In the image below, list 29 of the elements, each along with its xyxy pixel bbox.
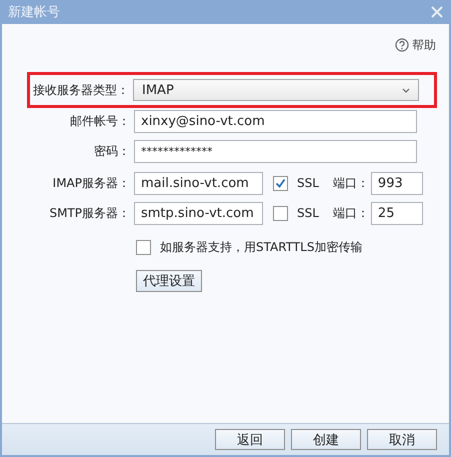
starttls-label: 如服务器支持，用STARTTLS加密传输 xyxy=(160,238,362,256)
field-label: IMAP服务器： xyxy=(52,174,131,192)
field-label: 密码： xyxy=(93,142,131,160)
ssl-label: SSL xyxy=(297,176,319,190)
email-field[interactable]: xinxy@sino-vt.com xyxy=(134,110,417,132)
ssl-label: SSL xyxy=(297,206,319,220)
checkbox[interactable] xyxy=(136,240,151,254)
help-link[interactable]: 帮助 xyxy=(412,36,436,54)
field-label: 接收服务器类型： xyxy=(32,82,130,98)
field-label: SMTP服务器： xyxy=(48,204,131,222)
port-field[interactable]: 993 xyxy=(370,172,423,194)
dialog-button[interactable]: 创建 xyxy=(291,429,361,450)
proxy-settings-button[interactable]: 代理设置 xyxy=(136,270,202,292)
dialog-button[interactable]: 取消 xyxy=(367,429,437,450)
server-field[interactable]: mail.sino-vt.com xyxy=(134,172,263,194)
port-label: 端口： xyxy=(332,174,369,192)
checkbox[interactable] xyxy=(273,206,288,220)
checkbox[interactable] xyxy=(273,176,288,190)
password-field[interactable]: ************* xyxy=(134,140,417,162)
chevron-down-icon xyxy=(402,88,410,92)
window-title: 新建帐号 xyxy=(8,4,60,21)
server-type-dropdown[interactable]: IMAP xyxy=(133,79,419,101)
field-label: 邮件帐号： xyxy=(69,112,131,130)
help-icon[interactable] xyxy=(395,38,409,52)
close-icon[interactable] xyxy=(431,6,443,18)
dialog-button[interactable]: 返回 xyxy=(215,429,285,450)
port-field[interactable]: 25 xyxy=(370,202,423,224)
server-field[interactable]: smtp.sino-vt.com xyxy=(134,202,263,224)
port-label: 端口： xyxy=(332,204,369,222)
